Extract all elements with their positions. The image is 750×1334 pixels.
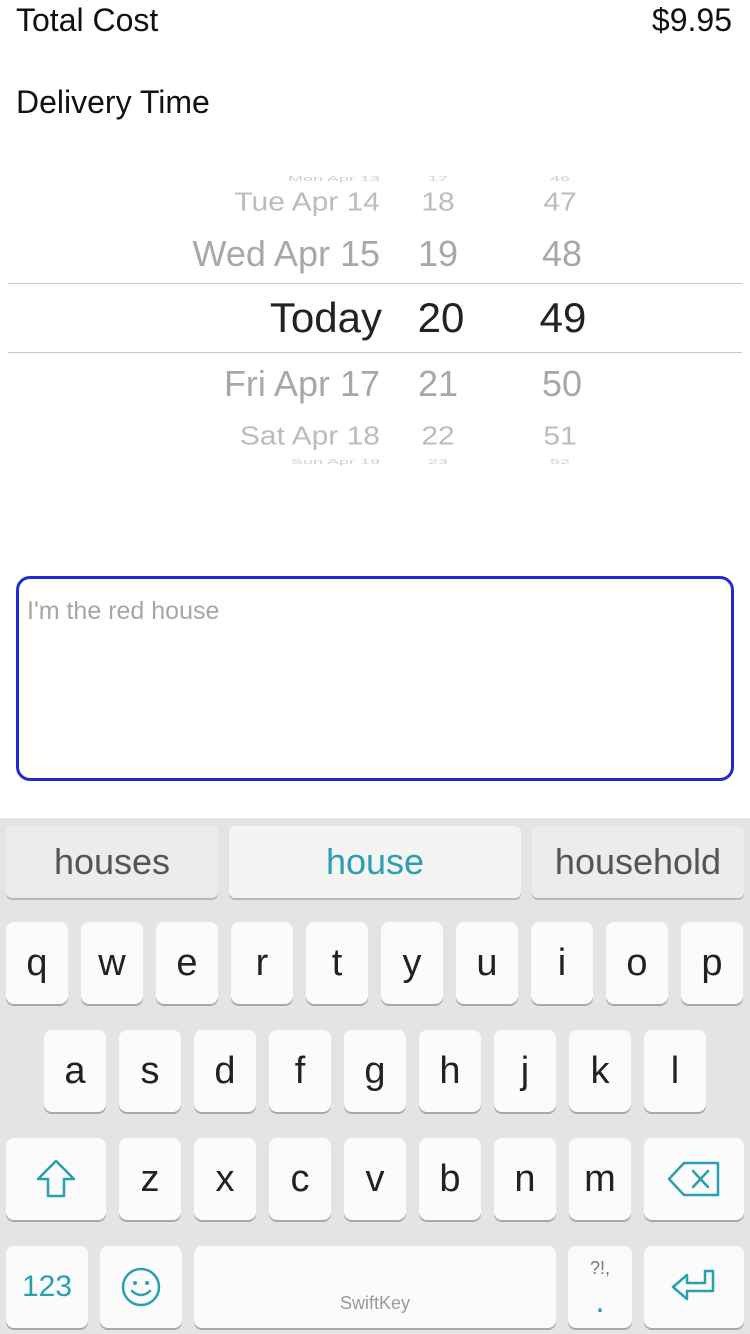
shift-key[interactable]: [6, 1138, 106, 1220]
picker-minute-item[interactable]: 48: [532, 236, 592, 272]
key-p[interactable]: p: [681, 922, 743, 1004]
key-c[interactable]: c: [269, 1138, 331, 1220]
picker-date-item[interactable]: Sat Apr 18: [240, 424, 380, 450]
return-key[interactable]: [644, 1246, 744, 1328]
swiftkey-keyboard: houses house household q w e r t y u i o…: [0, 818, 750, 1334]
key-v[interactable]: v: [344, 1138, 406, 1220]
key-m[interactable]: m: [569, 1138, 631, 1220]
picker-date-item[interactable]: Tue Apr 14: [234, 190, 380, 216]
key-e[interactable]: e: [156, 922, 218, 1004]
picker-minute-item[interactable]: 50: [532, 366, 592, 402]
picker-hour-selected[interactable]: 20: [408, 297, 474, 339]
picker-minute-item[interactable]: 47: [530, 190, 590, 216]
key-h[interactable]: h: [419, 1030, 481, 1112]
picker-hour-item[interactable]: 22: [408, 424, 468, 450]
key-r[interactable]: r: [231, 922, 293, 1004]
key-f[interactable]: f: [269, 1030, 331, 1112]
picker-selection-bottom-line: [8, 352, 742, 353]
punctuation-secondary: ?!,: [589, 1258, 610, 1278]
picker-date-item[interactable]: Sun Apr 19: [291, 458, 380, 465]
picker-hour-item[interactable]: 17: [408, 175, 468, 182]
picker-minute-item[interactable]: 51: [530, 424, 590, 450]
picker-hour-item[interactable]: 21: [408, 366, 468, 402]
key-l[interactable]: l: [644, 1030, 706, 1112]
key-a[interactable]: a: [44, 1030, 106, 1112]
key-t[interactable]: t: [306, 922, 368, 1004]
key-n[interactable]: n: [494, 1138, 556, 1220]
key-u[interactable]: u: [456, 922, 518, 1004]
picker-selection-top-line: [8, 283, 742, 284]
total-cost-label: Total Cost: [16, 2, 159, 38]
numbers-key[interactable]: 123: [6, 1246, 88, 1328]
picker-minute-item[interactable]: 52: [530, 458, 590, 465]
suggestion-left[interactable]: houses: [6, 826, 218, 898]
picker-minute-item[interactable]: 46: [530, 175, 590, 182]
shift-icon: [36, 1159, 76, 1198]
picker-hour-item[interactable]: 19: [408, 236, 468, 272]
key-w[interactable]: w: [81, 922, 143, 1004]
key-d[interactable]: d: [194, 1030, 256, 1112]
delivery-notes-textarea[interactable]: I'm the red house: [16, 576, 734, 781]
key-k[interactable]: k: [569, 1030, 631, 1112]
suggestion-right[interactable]: household: [532, 826, 744, 898]
key-s[interactable]: s: [119, 1030, 181, 1112]
key-b[interactable]: b: [419, 1138, 481, 1220]
key-j[interactable]: j: [494, 1030, 556, 1112]
picker-hour-item[interactable]: 18: [408, 190, 468, 216]
key-i[interactable]: i: [531, 922, 593, 1004]
emoji-icon: [121, 1267, 161, 1307]
picker-minute-selected[interactable]: 49: [530, 297, 596, 339]
punctuation-primary: .: [595, 1282, 605, 1320]
backspace-key[interactable]: [644, 1138, 744, 1220]
picker-date-item[interactable]: Mon Apr 13: [288, 175, 380, 182]
swiftkey-brand-label: SwiftKey: [339, 1293, 411, 1313]
key-x[interactable]: x: [194, 1138, 256, 1220]
key-o[interactable]: o: [606, 922, 668, 1004]
key-q[interactable]: q: [6, 922, 68, 1004]
key-z[interactable]: z: [119, 1138, 181, 1220]
picker-date-item[interactable]: Fri Apr 17: [224, 366, 380, 402]
key-g[interactable]: g: [344, 1030, 406, 1112]
suggestion-center[interactable]: house: [229, 826, 521, 898]
picker-hour-item[interactable]: 23: [408, 458, 468, 465]
emoji-key[interactable]: [100, 1246, 182, 1328]
backspace-icon: [667, 1161, 720, 1197]
delivery-time-label: Delivery Time: [16, 84, 210, 120]
delivery-notes-placeholder: I'm the red house: [27, 597, 220, 625]
picker-date-item[interactable]: Wed Apr 15: [193, 236, 380, 272]
punctuation-key[interactable]: ?!, .: [568, 1246, 632, 1328]
picker-date-selected[interactable]: Today: [270, 297, 382, 339]
key-y[interactable]: y: [381, 922, 443, 1004]
total-cost-value: $9.95: [651, 2, 732, 38]
return-icon: [671, 1269, 715, 1301]
space-key[interactable]: SwiftKey: [194, 1246, 556, 1328]
delivery-time-picker[interactable]: Mon Apr 13 Tue Apr 14 Wed Apr 15 Today F…: [0, 150, 750, 480]
